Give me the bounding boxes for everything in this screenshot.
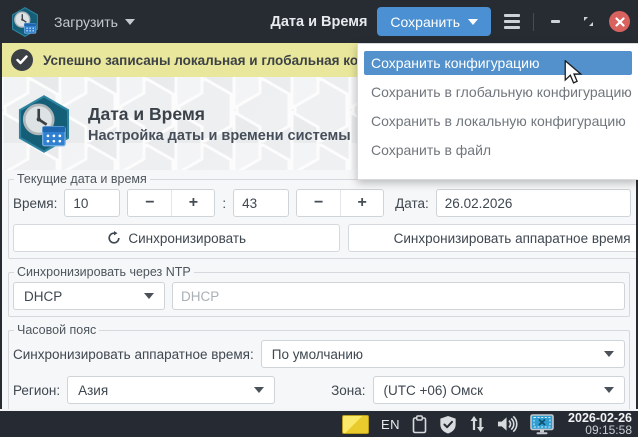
hw-sync-value: По умолчанию <box>271 346 364 362</box>
keyboard-layout-icon[interactable] <box>341 414 369 434</box>
notification-text: Успешно записаны локальная и глобальная … <box>43 52 379 68</box>
network-arrows-icon[interactable] <box>469 415 485 433</box>
titlebar-separator <box>533 12 534 31</box>
synchronize-button[interactable]: Синхронизировать <box>13 224 341 252</box>
taskbar-clock[interactable]: 2026-02-26 09:15:58 <box>568 411 632 437</box>
save-dropdown-menu: Сохранить конфигурацию Сохранить в глоба… <box>357 43 638 180</box>
menu-item-save-config[interactable]: Сохранить конфигурацию <box>364 51 632 75</box>
menu-item-save-to-file[interactable]: Сохранить в файл <box>364 138 632 162</box>
chevron-down-icon <box>604 387 614 393</box>
ntp-mode-select[interactable]: DHCP <box>13 282 165 310</box>
maximize-button[interactable] <box>576 10 600 34</box>
hw-sync-label: Синхронизировать аппаратное время: <box>13 346 254 362</box>
close-button[interactable] <box>609 11 630 32</box>
system-taskbar: EN 2026-02-26 09:15:58 <box>0 409 638 437</box>
menu-item-save-global-config[interactable]: Сохранить в глобальную конфигурацию <box>364 80 632 104</box>
page-subtitle: Настройка даты и времени системы <box>88 127 351 144</box>
date-label: Дата: <box>395 195 429 211</box>
chevron-down-icon <box>254 387 265 393</box>
chevron-down-icon <box>468 18 478 25</box>
taskbar-time: 09:15:58 <box>585 423 632 437</box>
timezone-section: Часовой пояс Синхронизировать аппаратное… <box>8 323 630 409</box>
current-datetime-legend: Текущие дата и время <box>17 172 147 186</box>
zone-value: (UTC +06) Омск <box>383 382 484 398</box>
hours-input[interactable] <box>64 189 121 217</box>
hours-stepper: − + <box>127 189 216 217</box>
volume-icon[interactable] <box>497 415 518 433</box>
zone-label: Зона: <box>331 382 366 398</box>
synchronize-hardware-button[interactable]: Синхронизировать аппаратное время <box>348 224 636 252</box>
app-clock-calendar-icon <box>18 94 70 153</box>
ntp-server-input[interactable] <box>172 282 625 310</box>
timezone-legend: Часовой пояс <box>17 323 97 337</box>
app-clock-calendar-icon <box>12 6 38 37</box>
region-value: Азия <box>78 382 109 398</box>
ntp-section: Синхронизировать через NTP DHCP <box>8 265 630 317</box>
load-dropdown-button[interactable]: Загрузить <box>54 14 135 30</box>
zone-select[interactable]: (UTC +06) Омск <box>372 376 625 404</box>
ntp-mode-value: DHCP <box>24 288 63 304</box>
save-dropdown-button[interactable]: Сохранить <box>377 7 491 36</box>
screenshot-monitor-icon[interactable] <box>530 413 554 435</box>
time-label: Время: <box>13 195 58 211</box>
region-label: Регион: <box>13 382 61 398</box>
chevron-down-icon <box>144 293 154 299</box>
time-colon: : <box>222 195 227 211</box>
success-check-icon <box>11 49 33 71</box>
minutes-plus-button[interactable]: + <box>340 190 384 216</box>
save-label: Сохранить <box>390 13 460 30</box>
minimize-button[interactable] <box>543 10 567 34</box>
clipboard-icon[interactable] <box>412 414 427 434</box>
minutes-minus-button[interactable]: − <box>297 190 341 216</box>
chevron-down-icon <box>124 18 135 25</box>
shield-icon[interactable] <box>439 415 457 434</box>
page-title: Дата и Время <box>88 103 205 124</box>
titlebar: Загрузить Дата и Время Сохранить <box>0 0 638 43</box>
ntp-legend: Синхронизировать через NTP <box>17 265 191 279</box>
load-label: Загрузить <box>54 13 118 30</box>
close-icon <box>614 16 625 27</box>
menu-item-save-local-config[interactable]: Сохранить в локальную конфигурацию <box>364 109 632 133</box>
chevron-down-icon <box>604 351 614 357</box>
synchronize-hardware-label: Синхронизировать аппаратное время <box>393 230 631 246</box>
minutes-stepper: − + <box>296 189 385 217</box>
language-indicator[interactable]: EN <box>381 417 400 432</box>
minutes-input[interactable] <box>233 189 290 217</box>
refresh-icon <box>108 231 120 244</box>
synchronize-label: Синхронизировать <box>128 230 247 246</box>
hamburger-menu-button[interactable] <box>500 10 524 34</box>
hours-plus-button[interactable]: + <box>171 190 215 216</box>
maximize-icon <box>583 17 593 26</box>
current-datetime-section: Текущие дата и время Время: − + : − + Да… <box>8 172 636 259</box>
date-input[interactable] <box>435 189 631 217</box>
region-select[interactable]: Азия <box>67 376 276 404</box>
hours-minus-button[interactable]: − <box>128 190 172 216</box>
hw-sync-select[interactable]: По умолчанию <box>260 340 625 368</box>
